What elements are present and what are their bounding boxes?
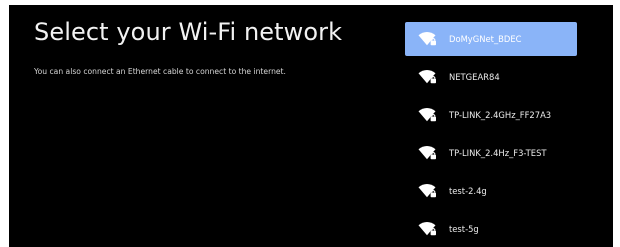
wifi-locked-icon [418, 107, 438, 123]
wifi-locked-icon [418, 145, 438, 161]
network-item-test-5g[interactable]: test-5g [405, 212, 577, 246]
wifi-network-list: DoMyGNet_BDEC NETGEAR84 TP-LINK_2.4GHz_F… [405, 22, 577, 247]
page-subtitle: You can also connect an Ethernet cable t… [34, 67, 286, 76]
network-ssid: TP-LINK_2.4Hz_F3-TEST [449, 148, 547, 158]
network-ssid: TP-LINK_2.4GHz_FF27A3 [449, 110, 552, 120]
network-item-test-2-4g[interactable]: test-2.4g [405, 174, 577, 208]
network-item-tp-link-ff27a3[interactable]: TP-LINK_2.4GHz_FF27A3 [405, 98, 577, 132]
network-item-netgear84[interactable]: NETGEAR84 [405, 60, 577, 94]
wifi-locked-icon [418, 183, 438, 199]
network-item-tp-link-f3-test[interactable]: TP-LINK_2.4Hz_F3-TEST [405, 136, 577, 170]
wifi-locked-icon [418, 31, 438, 47]
page-title: Select your Wi-Fi network [34, 18, 343, 46]
tv-screen: Select your Wi-Fi network You can also c… [9, 5, 613, 247]
wifi-locked-icon [418, 69, 438, 85]
network-ssid: test-2.4g [449, 186, 487, 196]
network-ssid: DoMyGNet_BDEC [449, 34, 522, 44]
network-item-domygnet-bdec[interactable]: DoMyGNet_BDEC [405, 22, 577, 56]
network-ssid: test-5g [449, 224, 479, 234]
network-ssid: NETGEAR84 [449, 72, 500, 82]
wifi-locked-icon [418, 221, 438, 237]
